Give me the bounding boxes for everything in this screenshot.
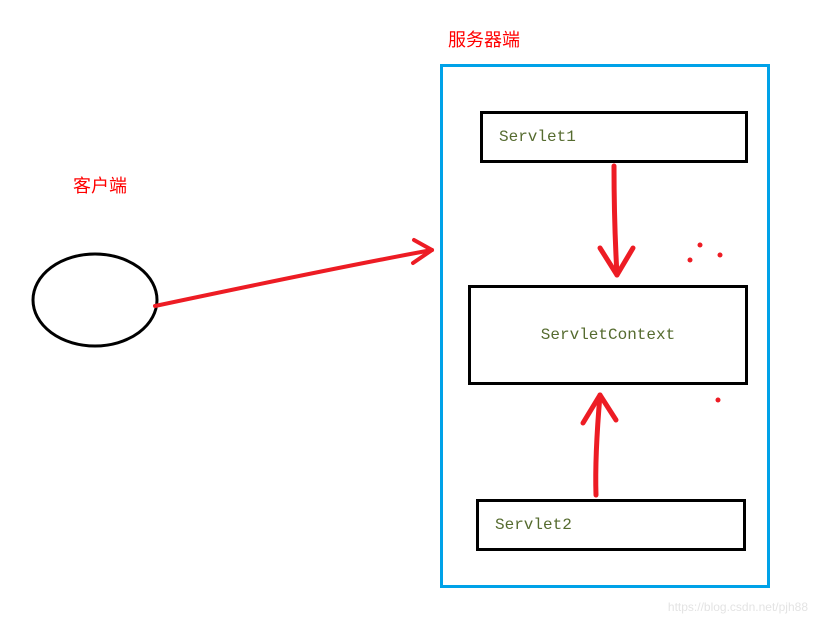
servlet-context-text: ServletContext	[541, 326, 675, 344]
servlet1-box: Servlet1	[480, 111, 748, 163]
client-label: 客户端	[73, 172, 127, 198]
servlet-context-box: ServletContext	[468, 285, 748, 385]
arrow-client-to-server	[155, 240, 432, 306]
servlet1-text: Servlet1	[499, 128, 576, 146]
server-label: 服务器端	[448, 26, 520, 52]
client-ellipse	[33, 254, 157, 346]
servlet2-box: Servlet2	[476, 499, 746, 551]
servlet2-text: Servlet2	[495, 516, 572, 534]
watermark: https://blog.csdn.net/pjh88	[668, 600, 808, 614]
